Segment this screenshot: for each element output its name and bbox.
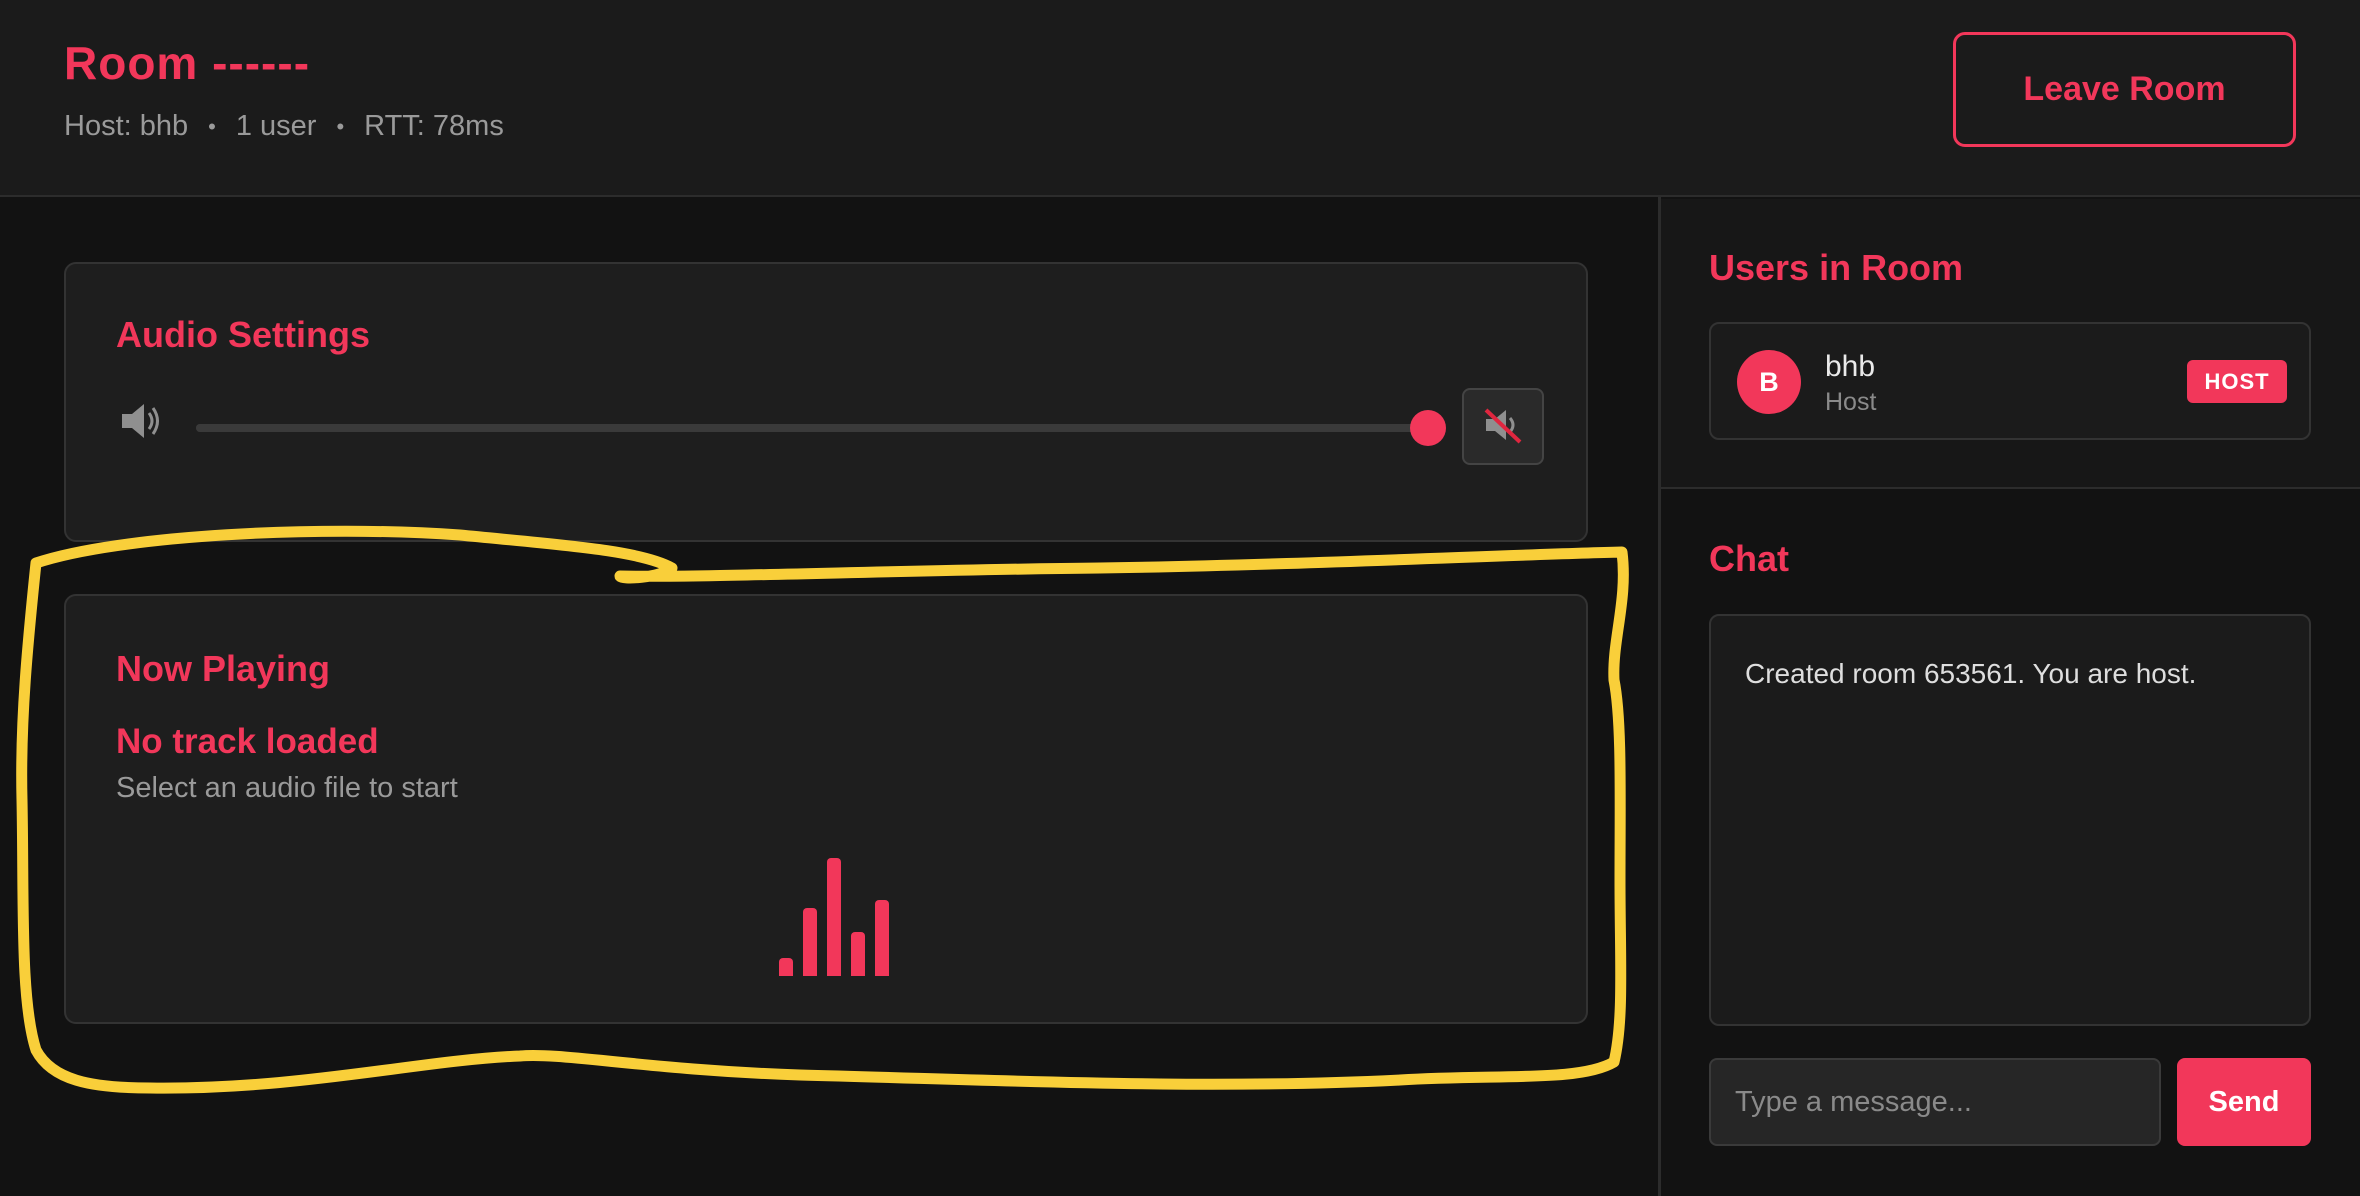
audio-settings-title: Audio Settings: [116, 314, 370, 355]
meta-separator: •: [208, 113, 216, 139]
now-playing-title: Now Playing: [116, 648, 331, 689]
meta-separator: •: [336, 113, 345, 139]
leave-room-button[interactable]: Leave Room: [1953, 32, 2296, 147]
rtt-info: RTT: 78ms: [364, 110, 504, 142]
volume-slider-fill: [196, 424, 1428, 432]
avatar: B: [1737, 350, 1801, 414]
users-panel-title: Users in Room: [1709, 247, 1964, 288]
volume-slider[interactable]: [196, 410, 1446, 446]
room-header: Room ------ Host: bhb • 1 user • RTT: 78…: [0, 0, 2360, 197]
speaker-muted-icon: [1480, 402, 1526, 451]
user-count: 1 user: [235, 110, 317, 142]
audio-settings-card: Audio Settings: [64, 262, 1588, 542]
room-title: Room ------: [64, 37, 311, 89]
volume-slider-thumb[interactable]: [1410, 410, 1446, 446]
send-button[interactable]: Send: [2177, 1058, 2311, 1146]
speaker-icon: [116, 396, 166, 446]
host-badge: HOST: [2187, 360, 2287, 403]
equalizer-icon: [771, 851, 901, 976]
chat-message: Created room 653561. You are host.: [1745, 658, 2197, 689]
user-role: Host: [1825, 388, 1877, 416]
room-page: Room ------ Host: bhb • 1 user • RTT: 78…: [0, 0, 2360, 1196]
now-playing-card: Now Playing No track loaded Select an au…: [64, 594, 1588, 1024]
track-title: No track loaded: [116, 722, 379, 761]
user-name: bhb: [1825, 350, 1876, 383]
host-info: Host: bhb: [64, 110, 189, 142]
mute-button[interactable]: [1462, 388, 1544, 465]
user-list-item: B bhb Host HOST: [1709, 322, 2311, 440]
chat-input[interactable]: [1709, 1058, 2161, 1146]
room-meta: Host: bhb • 1 user • RTT: 78ms: [64, 110, 504, 143]
chat-messages: Created room 653561. You are host.: [1709, 614, 2311, 1026]
track-subtitle: Select an audio file to start: [116, 772, 458, 804]
chat-title: Chat: [1709, 538, 1789, 579]
